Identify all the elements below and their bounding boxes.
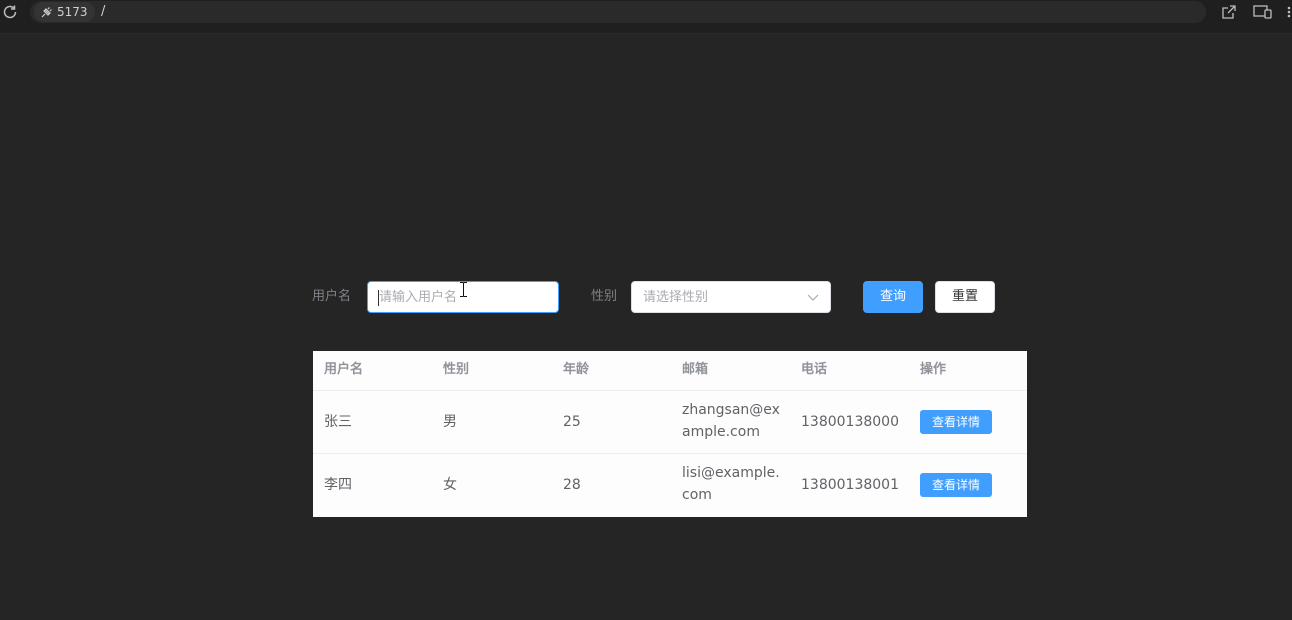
browser-toolbar: 5173 / bbox=[0, 0, 1292, 34]
cell-age: 28 bbox=[563, 477, 581, 493]
more-icon[interactable] bbox=[1285, 5, 1292, 19]
cell-phone: 13800138001 bbox=[801, 477, 899, 493]
username-label: 用户名 bbox=[312, 289, 352, 304]
gender-placeholder: 请选择性别 bbox=[643, 290, 709, 305]
port-chip[interactable]: 5173 bbox=[34, 2, 95, 22]
column-header-age: 年龄 bbox=[563, 362, 590, 377]
column-header-phone: 电话 bbox=[801, 362, 828, 377]
column-header-action: 操作 bbox=[920, 362, 947, 377]
cell-email: zhangsan@example.com bbox=[682, 402, 780, 440]
table-row: 张三 男 25 zhangsan@example.com 13800138000… bbox=[313, 391, 1027, 454]
gender-label: 性别 bbox=[591, 289, 618, 304]
table-header: 用户名 性别 年龄 邮箱 电话 操作 bbox=[313, 351, 1027, 391]
cell-age: 25 bbox=[563, 414, 581, 430]
column-header-username: 用户名 bbox=[324, 362, 364, 377]
plug-icon bbox=[41, 6, 52, 17]
column-header-gender: 性别 bbox=[443, 362, 470, 377]
view-details-button[interactable]: 查看详情 bbox=[920, 473, 992, 497]
address-bar[interactable]: 5173 / bbox=[30, 1, 1206, 23]
reload-icon[interactable] bbox=[1, 3, 19, 21]
port-text: 5173 bbox=[57, 5, 88, 19]
text-cursor-icon bbox=[460, 282, 467, 297]
devices-icon[interactable] bbox=[1253, 4, 1273, 20]
cell-gender: 女 bbox=[443, 477, 457, 493]
cell-username: 李四 bbox=[324, 477, 352, 493]
open-external-icon[interactable] bbox=[1221, 4, 1237, 20]
query-button[interactable]: 查询 bbox=[863, 281, 923, 313]
url-path: / bbox=[101, 4, 106, 19]
username-placeholder: 请输入用户名 bbox=[379, 290, 458, 305]
chevron-down-icon bbox=[807, 294, 819, 301]
reset-button[interactable]: 重置 bbox=[935, 281, 995, 313]
cell-gender: 男 bbox=[443, 414, 457, 430]
cell-username: 张三 bbox=[324, 414, 352, 430]
column-header-email: 邮箱 bbox=[682, 362, 709, 377]
text-caret bbox=[378, 290, 379, 306]
user-table: 用户名 性别 年龄 邮箱 电话 操作 张三 男 25 zhangsan@exam… bbox=[313, 351, 1027, 517]
table-row: 李四 女 28 lisi@example.com 13800138001 查看详… bbox=[313, 454, 1027, 516]
cell-email: lisi@example.com bbox=[682, 465, 780, 503]
cell-phone: 13800138000 bbox=[801, 414, 899, 430]
view-details-button[interactable]: 查看详情 bbox=[920, 410, 992, 434]
gender-select[interactable]: 请选择性别 bbox=[631, 281, 831, 313]
